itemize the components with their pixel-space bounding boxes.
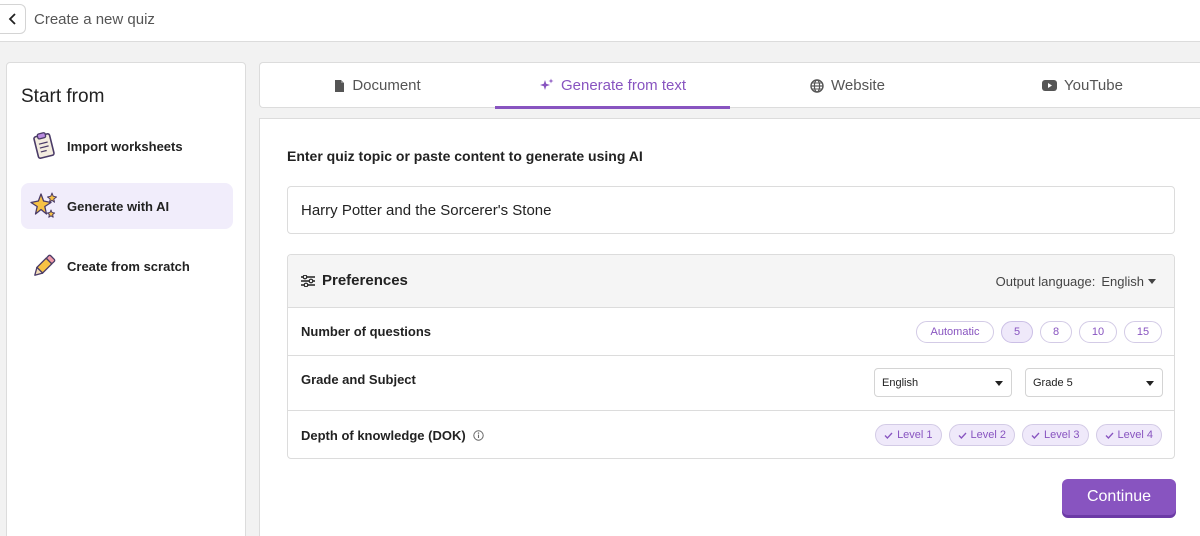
question-count-5[interactable]: 5: [1001, 321, 1033, 343]
sidebar-item-label: Import worksheets: [67, 138, 183, 154]
check-icon: [1031, 432, 1040, 439]
question-count-15[interactable]: 15: [1124, 321, 1162, 343]
dok-label-wrap: Depth of knowledge (DOK): [301, 428, 484, 443]
tab-label: Generate from text: [560, 77, 687, 94]
sidebar-item-import-worksheets[interactable]: Import worksheets: [21, 123, 233, 169]
generate-panel: Enter quiz topic or paste content to gen…: [259, 118, 1200, 536]
sparkle-icon: [539, 78, 554, 93]
grade-value: Grade 5: [1033, 376, 1073, 389]
check-icon: [958, 432, 967, 439]
preferences-header: Preferences Output language: English: [288, 255, 1174, 308]
top-bar: Create a new quiz: [0, 0, 1200, 42]
check-icon: [1105, 432, 1114, 439]
preferences-panel: Preferences Output language: English Num…: [287, 254, 1175, 459]
source-tabs: Document Generate from text Website YouT…: [259, 62, 1200, 109]
sidebar-item-generate-with-ai[interactable]: Generate with AI: [21, 183, 233, 229]
dok-level-3[interactable]: Level 3: [1022, 424, 1089, 446]
dok-label: Depth of knowledge (DOK): [301, 428, 466, 443]
output-language-dropdown[interactable]: English: [1101, 274, 1156, 289]
dok-level-1[interactable]: Level 1: [875, 424, 942, 446]
topic-heading: Enter quiz topic or paste content to gen…: [287, 148, 643, 164]
dok-level-label: Level 4: [1117, 429, 1153, 441]
preferences-label: Preferences: [322, 272, 408, 289]
output-language-label: Output language:: [995, 274, 1096, 289]
grade-subject-label: Grade and Subject: [301, 372, 416, 387]
continue-button[interactable]: Continue: [1062, 479, 1176, 515]
caret-down-icon: [1146, 381, 1154, 386]
tab-generate-from-text[interactable]: Generate from text: [495, 63, 730, 109]
subject-value: English: [882, 376, 919, 389]
number-of-questions-row: Number of questions Automatic 5 8 10 15: [288, 308, 1174, 356]
globe-icon: [810, 78, 824, 93]
question-count-10[interactable]: 10: [1079, 321, 1117, 343]
output-language: Output language: English: [996, 274, 1156, 289]
tab-label: YouTube: [1064, 77, 1123, 94]
topic-input[interactable]: [287, 186, 1175, 234]
info-icon[interactable]: [472, 430, 484, 441]
sidebar-item-label: Create from scratch: [67, 258, 190, 274]
caret-down-icon: [995, 381, 1003, 386]
tab-label: Website: [831, 77, 885, 94]
dok-level-label: Level 2: [970, 429, 1007, 441]
caret-down-icon: [1148, 279, 1156, 284]
tab-youtube[interactable]: YouTube: [965, 63, 1200, 108]
tab-document[interactable]: Document: [260, 63, 495, 108]
dok-level-2[interactable]: Level 2: [948, 424, 1016, 446]
document-icon: [334, 79, 345, 93]
check-icon: [884, 432, 893, 439]
dok-level-label: Level 3: [1044, 429, 1080, 441]
sidebar-title: Start from: [21, 86, 105, 107]
subject-select[interactable]: English: [874, 368, 1012, 397]
dok-level-label: Level 1: [897, 429, 933, 441]
tab-website[interactable]: Website: [730, 63, 965, 108]
sparkles-icon: [21, 191, 67, 221]
question-count-options: Automatic 5 8 10 15: [916, 321, 1162, 343]
dok-level-4[interactable]: Level 4: [1095, 424, 1162, 446]
grade-select[interactable]: Grade 5: [1025, 368, 1163, 397]
dok-row: Depth of knowledge (DOK) Level 1 Level 2…: [288, 411, 1174, 458]
chevron-left-icon: [8, 13, 16, 25]
number-of-questions-label: Number of questions: [301, 324, 432, 339]
question-count-8[interactable]: 8: [1040, 321, 1072, 343]
back-button[interactable]: [0, 4, 26, 34]
preferences-title: Preferences: [301, 272, 408, 289]
sidebar-item-label: Generate with AI: [67, 198, 170, 214]
tab-label: Document: [352, 77, 421, 94]
clipboard-icon: [21, 131, 67, 161]
question-count-automatic[interactable]: Automatic: [916, 321, 994, 343]
sidebar-item-create-from-scratch[interactable]: Create from scratch: [21, 243, 233, 289]
page-title: Create a new quiz: [34, 11, 155, 28]
sliders-icon: [301, 274, 315, 287]
grade-subject-row: Grade and Subject English Grade 5: [288, 356, 1174, 411]
start-from-sidebar: Start from Import worksheets Generate wi…: [6, 62, 246, 536]
output-language-value: English: [1101, 274, 1144, 289]
dok-levels: Level 1 Level 2 Level 3 Level 4: [875, 424, 1162, 446]
pencil-icon: [21, 252, 67, 280]
youtube-icon: [1042, 80, 1058, 91]
